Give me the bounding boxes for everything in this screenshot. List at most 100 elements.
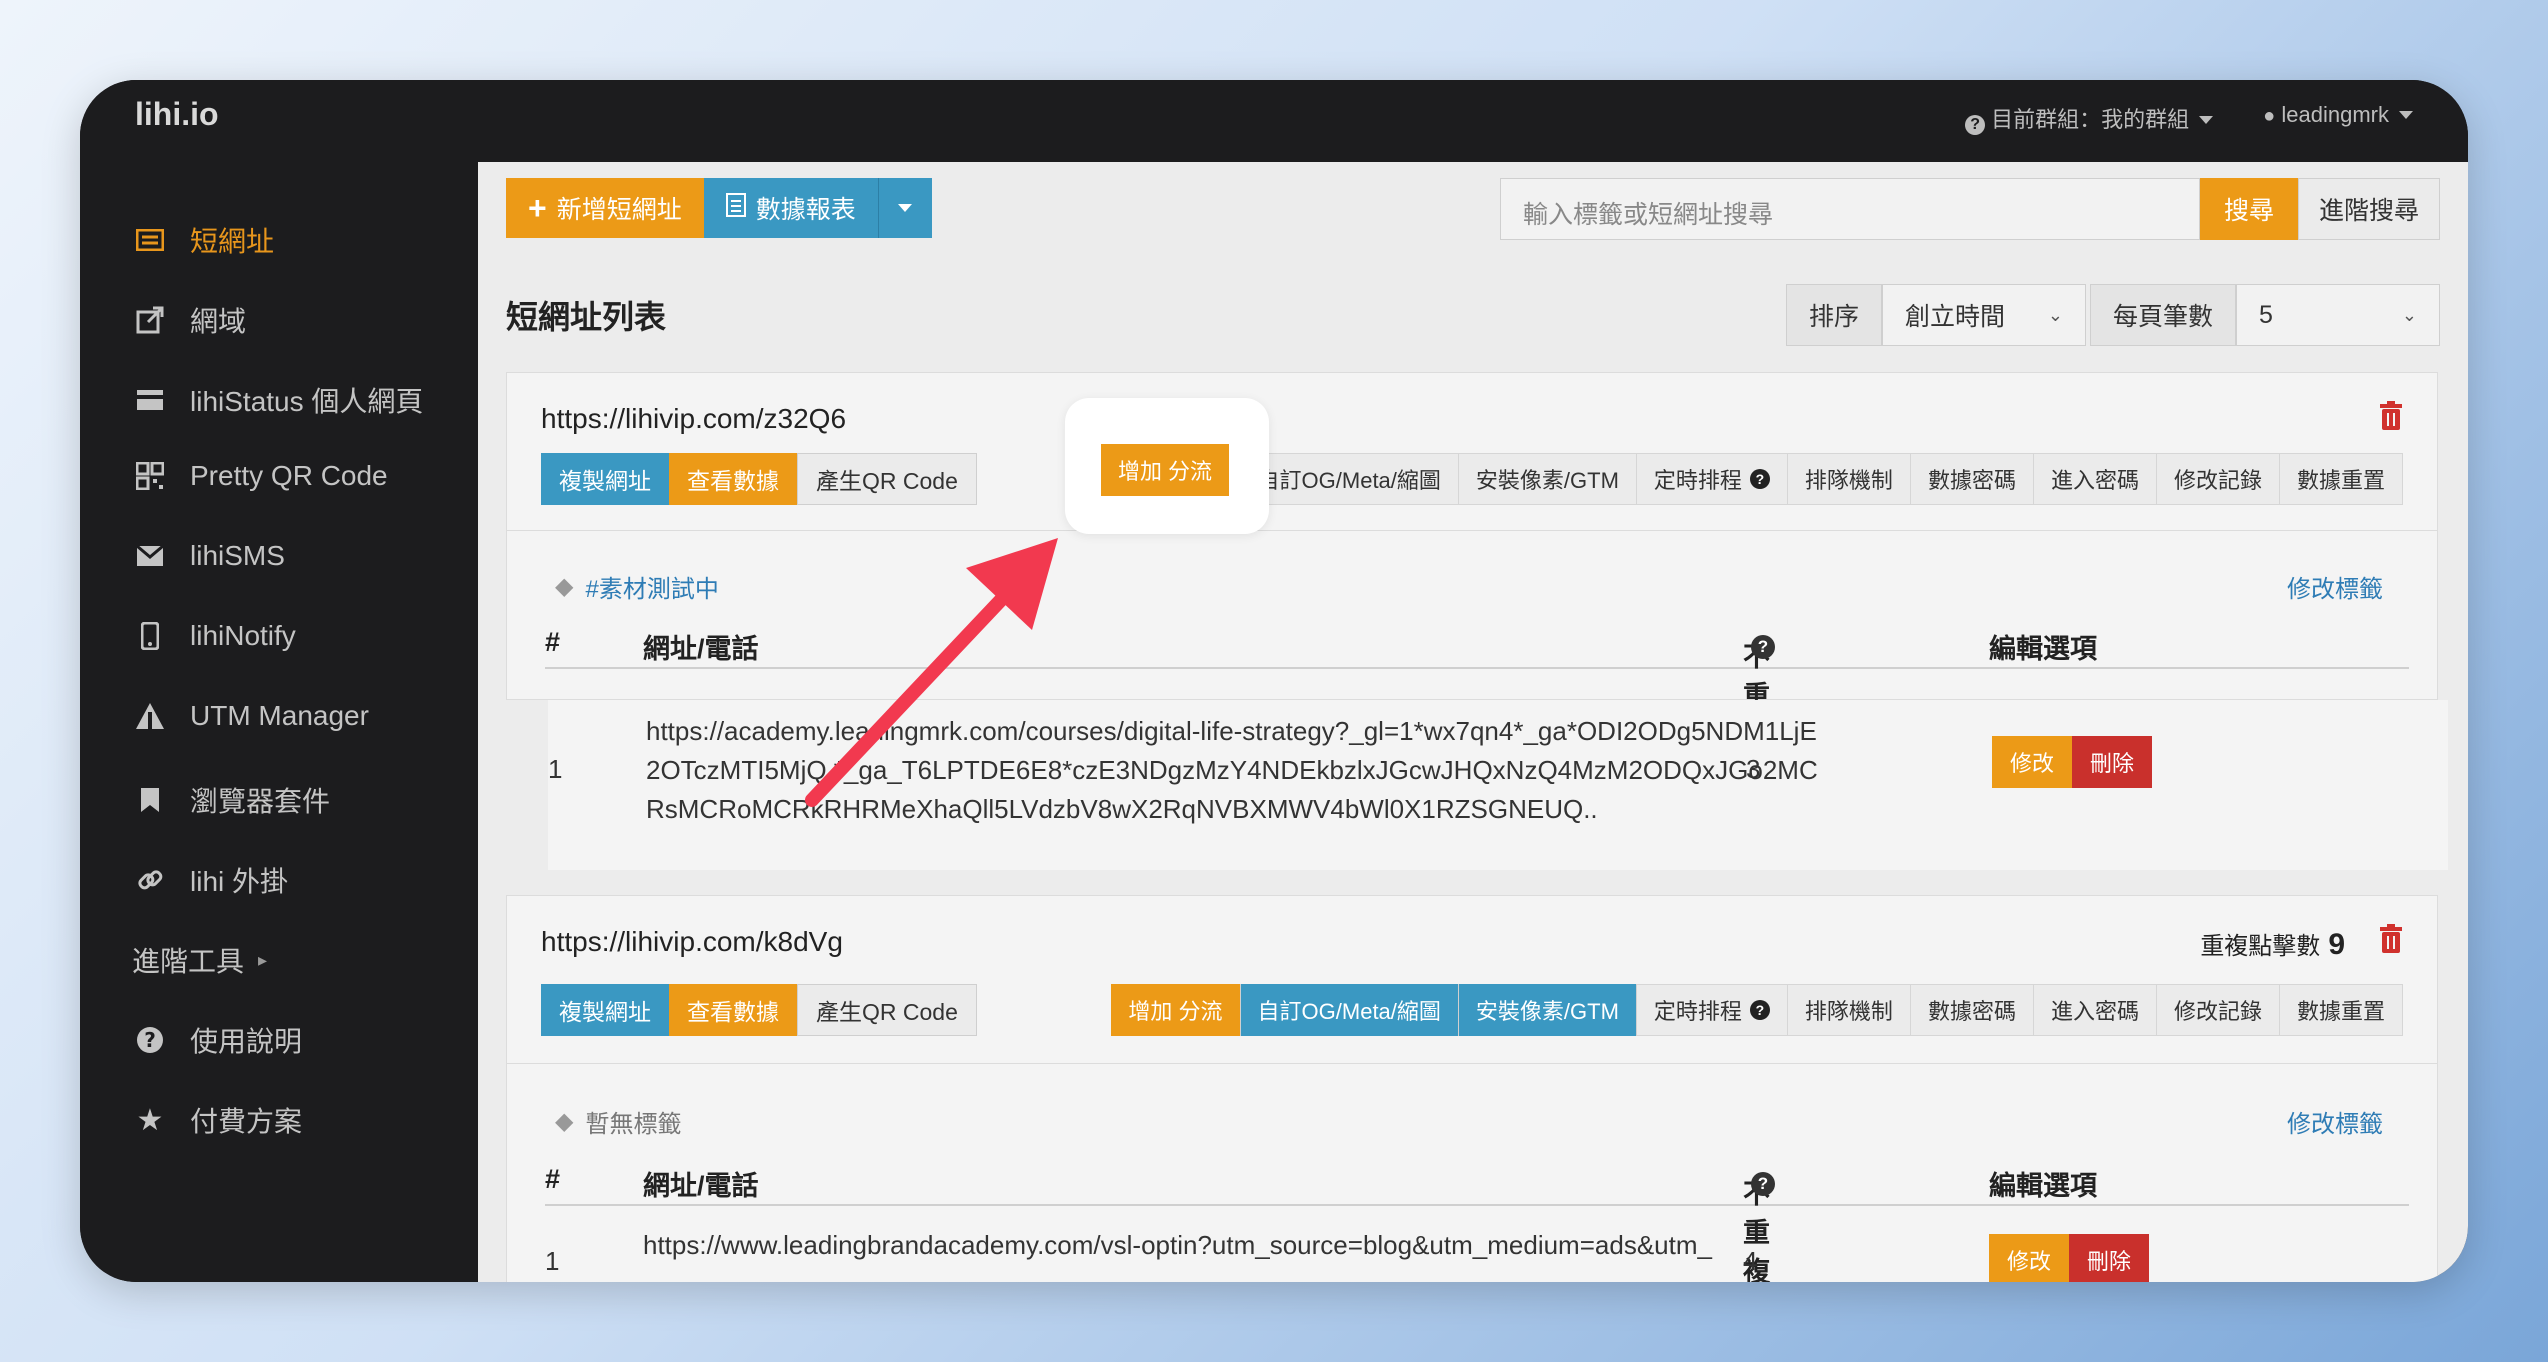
sidebar-item-lihistatus[interactable]: lihiStatus 個人網頁 [135,380,423,420]
sidebar-item-pretty-qr[interactable]: Pretty QR Code [135,460,388,492]
qrcode-icon [135,461,165,491]
trash-icon[interactable] [2379,401,2403,431]
schedule-button[interactable]: 定時排程? [1636,453,1788,505]
sort-controls: 排序 創立時間 ⌄ 每頁筆數 5 ⌄ [1785,284,2440,346]
col-url: 網址/電話 [643,634,759,664]
custom-og-button[interactable]: 自訂OG/Meta/縮圖 [1240,453,1459,505]
col-edit: 編輯選項 [1989,634,2097,664]
advanced-search-button[interactable]: 進階搜尋 [2298,178,2440,240]
sidebar-item-advanced-tools[interactable]: 進階工具 ▸ [132,940,267,980]
chevron-down-icon: ⌄ [2401,304,2417,325]
chevron-down-icon: ⌄ [2047,304,2063,325]
button-label: 數據報表 [755,196,856,224]
sidebar-item-label: lihiNotify [190,620,296,651]
page-title: 短網址列表 [506,299,667,335]
link-icon [135,865,165,895]
top-bar: lihi.io ? 目前群組：我的群組 ● leadingmrk [80,80,2468,162]
sidebar-item-domains[interactable]: 網域 [135,300,246,340]
add-split-button[interactable]: 增加 分流 [1111,453,1241,505]
sidebar-item-label: UTM Manager [190,700,369,731]
report-button[interactable]: 數據報表 [703,178,878,238]
sidebar-item-label: 短網址 [190,226,275,257]
search-button[interactable]: 搜尋 [2200,178,2298,240]
edit-tags-link[interactable]: 修改標籤 [2287,569,2383,604]
main-toolbar: + 新增短網址 數據報表 [506,178,932,238]
install-pixel-button[interactable]: 安裝像素/GTM [1458,453,1637,505]
plus-icon: + [528,189,547,226]
app-window: lihi.io ? 目前群組：我的群組 ● leadingmrk 短網址 網域 l [80,80,2468,1282]
sidebar-item-label: 付費方案 [190,1106,303,1137]
tags-icon: ◆ [555,573,574,600]
sidebar-item-label: 瀏覽器套件 [190,786,331,817]
top-right-menu: ? 目前群組：我的群組 ● leadingmrk [1965,102,2413,135]
button-label: 定時排程 [1653,468,1742,493]
sidebar-item-label: lihi 外掛 [190,866,289,897]
button-label: 新增短網址 [556,196,682,224]
user-name: leadingmrk [2281,102,2389,127]
sidebar-item-label: 網域 [190,306,247,337]
sort-select[interactable]: 創立時間 ⌄ [1881,284,2086,346]
mobile-icon [135,621,165,651]
sidebar-item-label: lihiStatus 個人網頁 [190,386,424,417]
short-url-link[interactable]: https://lihivip.com/z32Q6 [541,403,846,435]
external-link-icon [135,305,165,335]
sidebar-item-label: Pretty QR Code [190,460,388,491]
sidebar-item-lihinotify[interactable]: lihiNotify [135,620,296,652]
search-input[interactable]: 輸入標籤或短網址搜尋 [1500,178,2200,240]
sort-label: 排序 [1785,284,1882,346]
user-menu[interactable]: ● leadingmrk [2263,102,2413,135]
card-actions-left: 複製網址 查看數據 產生QR Code [541,453,977,505]
chevron-right-icon: ▸ [258,949,268,970]
sidebar-item-browser-extension[interactable]: 瀏覽器套件 [135,780,330,820]
list-icon [135,225,165,255]
sidebar-item-label: 進階工具 [132,946,245,977]
sidebar-item-pricing[interactable]: ★ 付費方案 [135,1100,302,1140]
question-icon: ? [1749,469,1770,489]
queue-button[interactable]: 排隊機制 [1787,453,1911,505]
col-clicks-label: 不重複點擊數 [1743,642,1770,867]
group-selector[interactable]: ? 目前群組：我的群組 [1965,102,2214,135]
generate-qr-button[interactable]: 產生QR Code [797,453,977,505]
reset-data-button[interactable]: 數據重置 [2279,453,2403,505]
sidebar-item-help[interactable]: ? 使用說明 [135,1020,302,1060]
tag-link[interactable]: #素材測試中 [585,569,718,604]
history-button[interactable]: 修改記錄 [2156,453,2280,505]
user-icon: ● [2263,105,2276,127]
main-content: + 新增短網址 數據報表 輸入標籤或短網址搜尋 搜尋 進階搜尋 短網址列表 排序… [478,162,2468,1282]
short-url-card: https://lihivip.com/z32Q6 複製網址 查看數據 產生QR… [506,372,2438,867]
sidebar-item-lihi-plugin[interactable]: lihi 外掛 [135,860,288,900]
chevron-down-icon [2199,116,2214,124]
question-icon: ? [1965,115,1986,135]
bookmark-icon [135,785,165,815]
card-actions-right: 增加 分流 自訂OG/Meta/縮圖 安裝像素/GTM 定時排程? 排隊機制 數… [1111,453,2403,505]
per-page-value: 5 [2259,300,2273,329]
data-password-button[interactable]: 數據密碼 [1910,453,2034,505]
question-icon: ? [135,1025,165,1055]
svg-text:?: ? [144,1028,156,1052]
col-number: # [545,627,561,657]
enter-password-button[interactable]: 進入密碼 [2033,453,2157,505]
question-icon: ? [1751,635,1775,659]
copy-url-button[interactable]: 複製網址 [541,453,669,505]
sidebar: 短網址 網域 lihiStatus 個人網頁 Pretty QR Code li… [80,162,478,1282]
envelope-icon [135,541,165,571]
chevron-down-icon [2399,111,2413,119]
sidebar-item-label: 使用說明 [190,1026,303,1057]
table-header: # 網址/電話 不重複點擊數? 編輯選項 [545,619,2409,867]
card-icon [135,385,165,415]
star-icon: ★ [136,1103,164,1137]
card-header: https://lihivip.com/z32Q6 複製網址 查看數據 產生QR… [507,373,2437,531]
report-dropdown-button[interactable] [877,178,932,238]
sort-value: 創立時間 [1904,303,2005,331]
document-icon [725,192,746,224]
chevron-down-icon [898,204,913,212]
per-page-select[interactable]: 5 ⌄ [2236,284,2440,346]
sidebar-item-utm-manager[interactable]: UTM Manager [135,700,369,732]
tag-row: ◆ #素材測試中 [555,569,719,604]
new-short-url-button[interactable]: + 新增短網址 [506,178,704,238]
sidebar-item-label: lihiSMS [190,540,285,571]
brand-logo[interactable]: lihi.io [135,96,219,133]
sidebar-item-lihisms[interactable]: lihiSMS [135,540,285,572]
sidebar-item-short-urls[interactable]: 短網址 [135,220,274,260]
view-stats-button[interactable]: 查看數據 [669,453,797,505]
